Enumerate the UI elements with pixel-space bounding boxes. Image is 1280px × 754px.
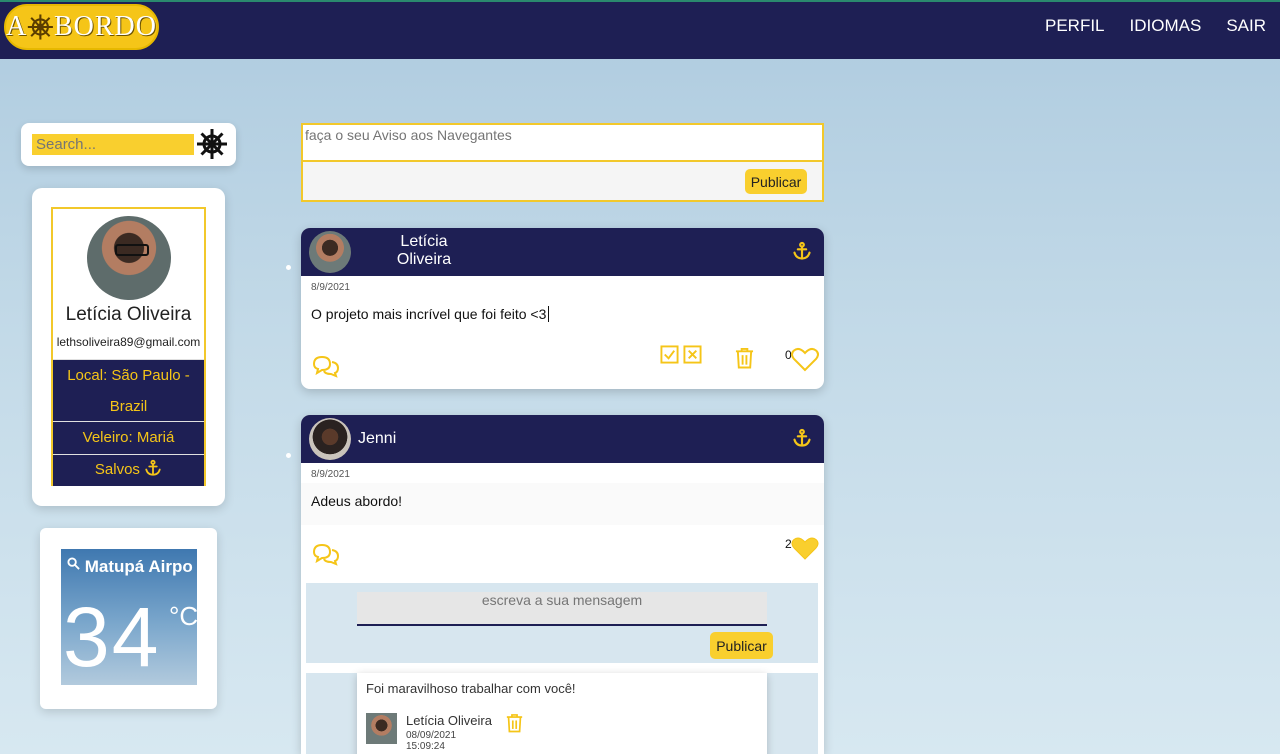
anchor-icon	[145, 459, 161, 476]
weather-card: Matupá Airpo 34 °C	[40, 528, 217, 709]
post-composer: Publicar	[301, 123, 824, 202]
post-author-avatar[interactable]	[309, 418, 351, 460]
comment-time: 15:09:24	[406, 741, 445, 752]
post-date: 8/9/2021	[311, 469, 350, 480]
weather-widget[interactable]: Matupá Airpo 34 °C	[61, 549, 197, 685]
post-author-name[interactable]: Letícia Oliveira	[384, 233, 464, 269]
weather-city-name: Matupá Airpo	[84, 557, 193, 576]
comments-area: Foi maravilhoso trabalhar com você! Letí…	[306, 673, 818, 754]
profile-location: Local: São Paulo - Brazil	[53, 359, 204, 421]
anchor-icon[interactable]	[792, 241, 812, 261]
comment-text: Foi maravilhoso trabalhar com você!	[366, 681, 576, 696]
comment-author[interactable]: Letícia Oliveira	[406, 713, 492, 728]
decorative-dot	[286, 265, 291, 270]
profile-saved-link[interactable]: Salvos	[53, 454, 204, 486]
post-header: Letícia Oliveira	[301, 228, 824, 276]
post-author-avatar[interactable]	[309, 231, 351, 273]
post-author-last-name: Oliveira	[396, 251, 452, 268]
post-text-content: O projeto mais incrível que foi feito <3	[311, 306, 547, 322]
reply-publish-button[interactable]: Publicar	[710, 632, 773, 659]
top-navbar: A BORDO PERFIL IDIOMAS SAIR	[0, 0, 1280, 59]
trash-icon[interactable]	[735, 347, 754, 369]
nav-profile-link[interactable]: PERFIL	[1045, 16, 1105, 36]
profile-name: Letícia Oliveira	[65, 304, 192, 325]
comment-author-avatar[interactable]	[366, 713, 397, 744]
trash-icon[interactable]	[506, 713, 523, 733]
profile-email: lethsoliveira89@gmail.com	[56, 335, 201, 349]
search-input[interactable]	[32, 134, 194, 155]
logo-letter-a: A	[6, 11, 28, 42]
post-author-name[interactable]: Jenni	[358, 430, 396, 448]
weather-unit: °C	[169, 601, 197, 631]
nav-logout-link[interactable]: SAIR	[1226, 16, 1266, 36]
post-author-first-name: Letícia	[400, 233, 448, 250]
post-card: Letícia Oliveira 8/9/2021 O projeto mais…	[301, 228, 824, 389]
publish-button[interactable]: Publicar	[745, 169, 807, 194]
post-composer-input[interactable]	[303, 125, 822, 162]
nav-languages-link[interactable]: IDIOMAS	[1130, 16, 1202, 36]
search-icon	[67, 557, 80, 570]
reply-box: Publicar	[306, 583, 818, 663]
post-date: 8/9/2021	[311, 282, 350, 293]
post-text[interactable]: O projeto mais incrível que foi feito <3	[311, 306, 550, 322]
profile-panel: Letícia Oliveira lethsoliveira89@gmail.c…	[51, 207, 206, 486]
anchor-icon[interactable]	[792, 428, 812, 448]
profile-avatar[interactable]	[87, 216, 171, 300]
profile-boat: Veleiro: Mariá	[53, 421, 204, 454]
ship-wheel-search-icon[interactable]	[195, 127, 229, 161]
comment-date: 08/09/2021	[406, 730, 457, 741]
ship-wheel-icon	[28, 14, 54, 40]
heart-icon[interactable]	[791, 347, 819, 372]
post-text-area: Adeus abordo!	[301, 483, 824, 525]
decorative-dot	[286, 453, 291, 458]
logo-text: BORDO	[53, 11, 157, 42]
chat-bubbles-icon[interactable]	[311, 354, 341, 378]
weather-temperature: 34	[63, 590, 161, 684]
post-card: Jenni 8/9/2021 Adeus abordo! 2 Publicar …	[301, 415, 824, 754]
heart-filled-icon[interactable]	[791, 536, 819, 561]
main-nav: PERFIL IDIOMAS SAIR	[1045, 16, 1266, 36]
comment-card: Foi maravilhoso trabalhar com você! Letí…	[357, 673, 767, 754]
post-header: Jenni	[301, 415, 824, 463]
weather-city: Matupá Airpo	[67, 557, 193, 577]
post-text: Adeus abordo!	[311, 493, 403, 509]
edit-check-icon[interactable]	[660, 345, 679, 364]
abordo-logo[interactable]: A BORDO	[4, 4, 159, 50]
profile-info-list: Local: São Paulo - Brazil Veleiro: Mariá…	[53, 359, 204, 486]
reply-input[interactable]	[357, 592, 767, 626]
chat-bubbles-icon[interactable]	[311, 542, 341, 566]
edit-cancel-icon[interactable]	[683, 345, 702, 364]
search-card	[21, 123, 236, 166]
profile-card: Letícia Oliveira lethsoliveira89@gmail.c…	[32, 188, 225, 506]
profile-saved-label: Salvos	[94, 461, 140, 478]
